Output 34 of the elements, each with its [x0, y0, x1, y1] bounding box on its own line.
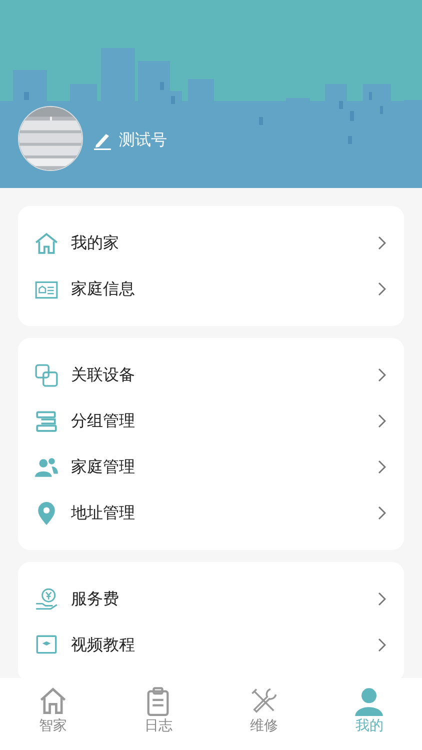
- chevron-icon: [378, 638, 386, 652]
- menu-label: 分组管理: [71, 410, 136, 432]
- menu-label: 家庭管理: [71, 456, 136, 478]
- home-icon: [38, 686, 68, 716]
- chevron-icon: [378, 592, 386, 606]
- menu-label: 服务费: [71, 588, 120, 610]
- tab[interactable]: 维修: [211, 678, 316, 750]
- menu-item[interactable]: 家庭信息: [18, 266, 404, 312]
- tab[interactable]: 日志: [106, 678, 211, 750]
- person-icon: [354, 686, 384, 716]
- menu-item[interactable]: 服务费: [18, 576, 404, 622]
- menu-label: 我的家: [71, 232, 120, 254]
- menu-label: 视频教程: [71, 634, 136, 656]
- group-icon: [34, 408, 59, 434]
- chevron-icon: [378, 460, 386, 474]
- user-nickname: 测试号: [119, 128, 167, 150]
- menu-item[interactable]: 地址管理: [18, 490, 404, 536]
- home-icon: [34, 230, 59, 256]
- tab[interactable]: 智家: [0, 678, 106, 750]
- chevron-icon: [378, 236, 386, 250]
- menu-item[interactable]: 视频教程: [18, 622, 404, 668]
- menu-item[interactable]: 家庭管理: [18, 444, 404, 490]
- menu-item[interactable]: 我的家: [18, 220, 404, 266]
- menu-label: 关联设备: [71, 364, 136, 386]
- chevron-icon: [378, 368, 386, 382]
- menu-label: 家庭信息: [71, 278, 136, 300]
- chevron-icon: [378, 506, 386, 520]
- menu-item[interactable]: 关联设备: [18, 352, 404, 398]
- menu-label: 地址管理: [71, 502, 136, 524]
- link-icon: [34, 362, 59, 388]
- chevron-icon: [378, 282, 386, 296]
- chevron-icon: [378, 414, 386, 428]
- hand-coin-icon: [34, 586, 59, 612]
- menu-item[interactable]: 分组管理: [18, 398, 404, 444]
